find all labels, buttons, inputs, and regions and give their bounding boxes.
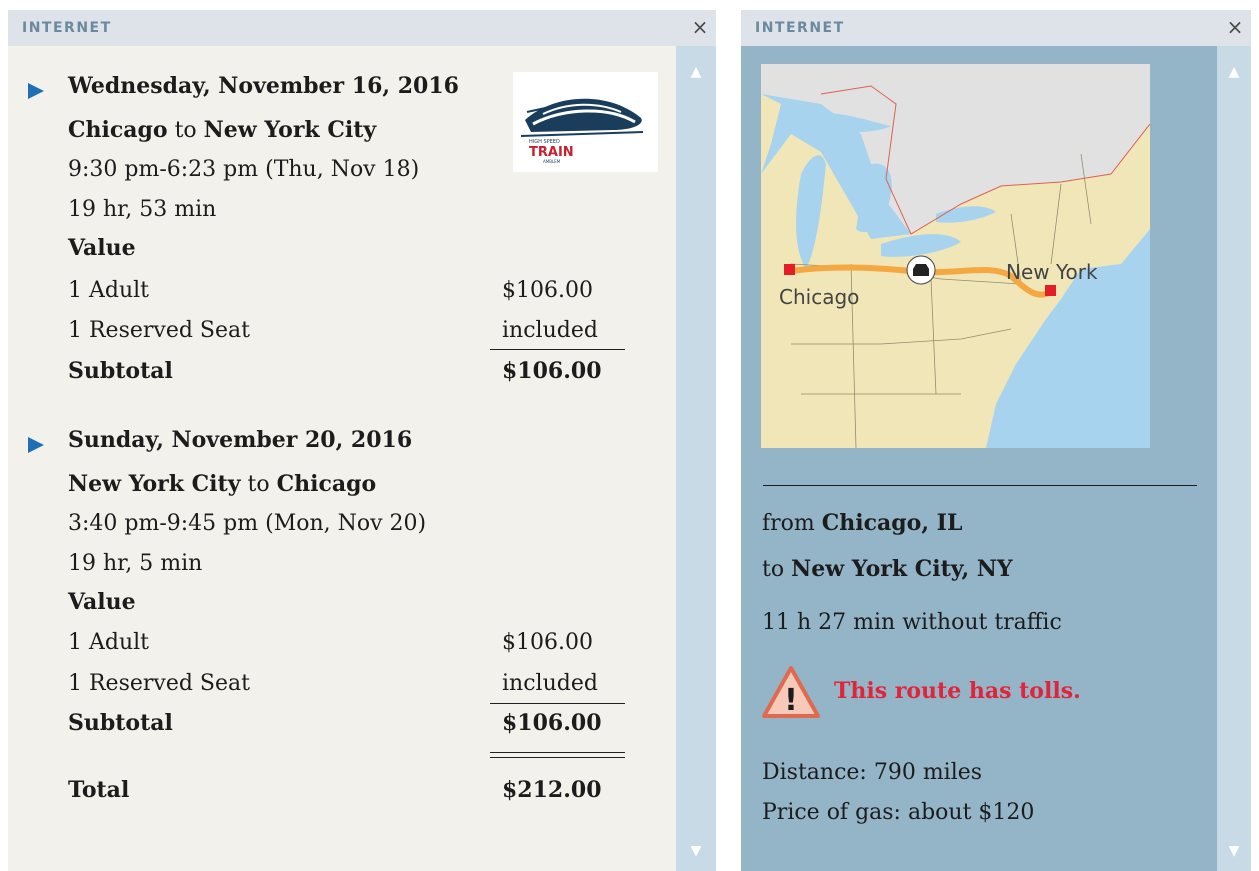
map-label-newyork: New York [1006,260,1098,284]
to-line: to New York City, NY [762,556,1013,582]
play-arrow-icon [28,437,44,453]
map-label-chicago: Chicago [779,285,859,309]
distance: Distance: 790 miles [762,760,983,785]
fare-class: Value [68,589,136,615]
divider [763,485,1197,486]
fare-class: Value [68,235,136,261]
from-city: Chicago, IL [821,510,963,536]
seat-label: 1 Reserved Seat [68,318,250,343]
logo-brand-text: TRAIN [529,145,574,160]
close-icon[interactable]: × [688,15,712,39]
subtotal-value: $106.00 [502,710,602,736]
seat-price: included [502,318,598,343]
chicago-marker [784,264,795,275]
title-bar: INTERNET × [8,10,716,46]
logo-tag-text: AMBLEM [543,159,561,164]
to-word: to [762,557,785,582]
drive-time: 11 h 27 min without traffic [762,610,1062,635]
trip-times: 3:40 pm-9:45 pm (Mon, Nov 20) [68,511,427,536]
destination-city: Chicago [276,471,377,497]
adult-price: $106.00 [502,278,593,303]
trip-duration: 19 hr, 5 min [68,551,203,576]
total-double-rule-bottom [490,757,625,758]
to-city: New York City, NY [791,556,1013,582]
trip-route: New York City to Chicago [68,471,376,497]
scrollbar[interactable]: ▲ ▼ [676,46,716,871]
seat-price: included [502,671,598,696]
train-booking-window: INTERNET × HIGH SPEED TRAIN AMBLEM Wedne… [8,10,716,871]
trip-route: Chicago to New York City [68,117,376,143]
seat-label: 1 Reserved Seat [68,671,250,696]
scrollbar[interactable]: ▲ ▼ [1217,46,1251,871]
origin-city: Chicago [68,117,168,143]
driving-directions-window: INTERNET × Chicago New York from Chicago… [741,10,1251,871]
gas-price: Price of gas: about $120 [762,800,1035,825]
subtotal-label: Subtotal [68,358,173,384]
scroll-up-arrow-icon[interactable]: ▲ [1217,64,1251,80]
route-info-panel: Chicago New York from Chicago, IL to New… [741,46,1217,871]
trip-date: Wednesday, November 16, 2016 [68,73,459,99]
total-value: $212.00 [502,777,602,803]
route-to-word: to [174,118,197,143]
close-icon[interactable]: × [1223,15,1247,39]
trip-details-panel: HIGH SPEED TRAIN AMBLEM Wednesday, Novem… [8,46,676,871]
route-map[interactable]: Chicago New York [761,64,1151,449]
origin-city: New York City [68,471,241,497]
trip-times: 9:30 pm-6:23 pm (Thu, Nov 18) [68,157,420,182]
toll-warning: This route has tolls. [834,678,1081,704]
total-label: Total [68,777,130,803]
scroll-down-arrow-icon[interactable]: ▼ [1217,843,1251,859]
high-speed-train-logo: HIGH SPEED TRAIN AMBLEM [513,72,658,172]
subtotal-divider [490,703,625,704]
route-to-word: to [247,472,270,497]
adult-label: 1 Adult [68,278,150,303]
scroll-down-arrow-icon[interactable]: ▼ [676,843,716,859]
subtotal-label: Subtotal [68,710,173,736]
window-title: INTERNET [755,20,845,36]
destination-city: New York City [203,117,377,143]
play-arrow-icon [28,83,44,99]
subtotal-value: $106.00 [502,358,602,384]
newyork-marker [1045,285,1056,296]
total-double-rule-top [490,752,625,753]
adult-label: 1 Adult [68,630,150,655]
warning-triangle-icon: ! [761,664,821,720]
subtotal-divider [490,349,625,350]
adult-price: $106.00 [502,630,593,655]
trip-date: Sunday, November 20, 2016 [68,427,413,453]
scroll-up-arrow-icon[interactable]: ▲ [676,64,716,80]
warning-glyph: ! [784,683,798,718]
from-line: from Chicago, IL [762,510,962,536]
trip-duration: 19 hr, 53 min [68,197,217,222]
title-bar: INTERNET × [741,10,1251,46]
from-word: from [762,511,815,536]
window-title: INTERNET [22,20,112,36]
